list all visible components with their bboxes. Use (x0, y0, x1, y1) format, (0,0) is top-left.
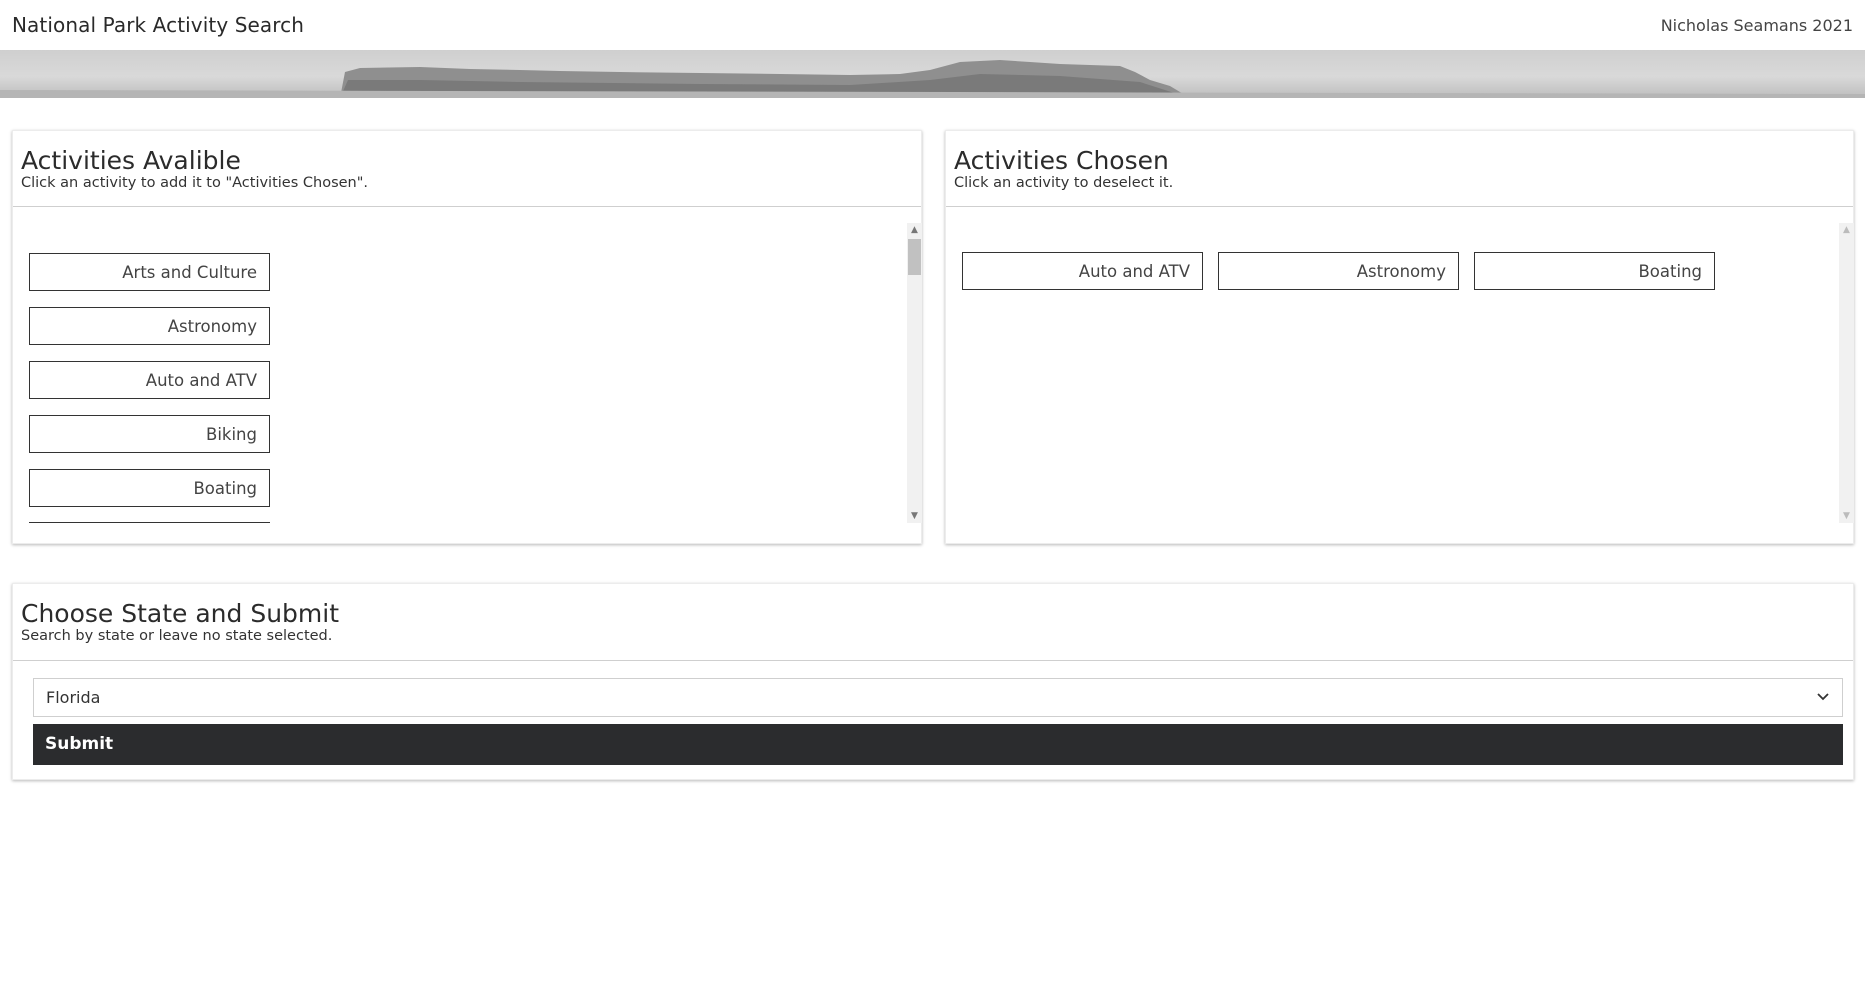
activities-chosen-card: Activities Chosen Click an activity to d… (945, 130, 1854, 544)
chosen-list[interactable]: Auto and ATV Astronomy Boating (946, 223, 1838, 523)
chevron-down-icon[interactable]: ▼ (907, 509, 922, 523)
state-select[interactable]: Florida (33, 678, 1843, 717)
activity-button-partial[interactable] (29, 522, 270, 523)
available-title: Activities Avalible (21, 146, 241, 175)
chosen-scrollbar[interactable]: ▲ ▼ (1839, 223, 1854, 523)
scroll-thumb[interactable] (908, 239, 921, 275)
chevron-down-icon (1817, 693, 1829, 701)
activity-button[interactable]: Boating (29, 469, 270, 507)
state-subtitle: Search by state or leave no state select… (21, 628, 333, 644)
state-title: Choose State and Submit (21, 599, 340, 628)
activity-button[interactable]: Auto and ATV (29, 361, 270, 399)
choose-state-card: Choose State and Submit Search by state … (12, 583, 1854, 780)
chosen-activity-button[interactable]: Boating (1474, 252, 1715, 290)
chosen-activity-button[interactable]: Auto and ATV (962, 252, 1203, 290)
banner-image (0, 50, 1865, 98)
submit-button[interactable]: Submit (33, 724, 1843, 765)
state-select-value: Florida (46, 688, 101, 707)
available-list[interactable]: Arts and Culture Astronomy Auto and ATV … (13, 223, 906, 523)
chevron-down-icon[interactable]: ▼ (1839, 509, 1854, 523)
top-bar: National Park Activity Search Nicholas S… (0, 0, 1865, 50)
author-credit: Nicholas Seamans 2021 (1660, 16, 1853, 35)
activity-button[interactable]: Biking (29, 415, 270, 453)
chosen-title: Activities Chosen (954, 146, 1169, 175)
chosen-activity-button[interactable]: Astronomy (1218, 252, 1459, 290)
available-subtitle: Click an activity to add it to "Activiti… (21, 175, 369, 191)
activities-available-card: Activities Avalible Click an activity to… (12, 130, 922, 544)
divider (13, 206, 921, 207)
chosen-subtitle: Click an activity to deselect it. (954, 175, 1174, 191)
divider (946, 206, 1853, 207)
available-scrollbar[interactable]: ▲ ▼ (907, 223, 922, 523)
chevron-up-icon[interactable]: ▲ (907, 223, 922, 237)
activity-button[interactable]: Arts and Culture (29, 253, 270, 291)
activity-button[interactable]: Astronomy (29, 307, 270, 345)
divider (13, 660, 1853, 661)
chevron-up-icon[interactable]: ▲ (1839, 223, 1854, 237)
app-title: National Park Activity Search (12, 13, 305, 37)
